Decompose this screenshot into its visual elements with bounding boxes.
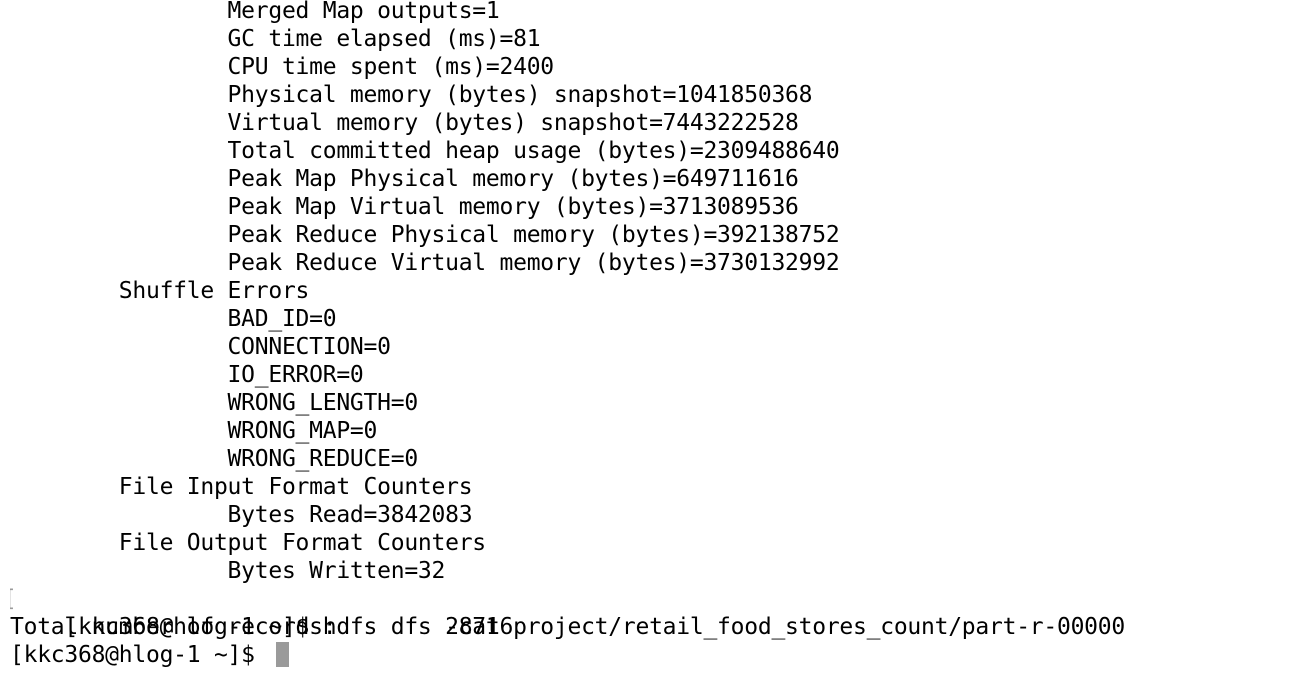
output-line-gc-time: GC time elapsed (ms)=81 — [10, 26, 541, 52]
output-heading-file-output-format: File Output Format Counters — [10, 530, 486, 556]
output-line-io-error: IO_ERROR=0 — [10, 362, 364, 388]
output-line-wrong-length: WRONG_LENGTH=0 — [10, 390, 419, 416]
output-line-wrong-map: WRONG_MAP=0 — [10, 418, 378, 444]
output-line-peak-map-virtual: Peak Map Virtual memory (bytes)=37130895… — [10, 194, 799, 220]
output-line-physical-memory: Physical memory (bytes) snapshot=1041850… — [10, 82, 813, 108]
output-line-bytes-read: Bytes Read=3842083 — [10, 502, 473, 528]
output-line-heap-usage: Total committed heap usage (bytes)=23094… — [10, 138, 840, 164]
terminal-window[interactable]: Merged Map outputs=1 GC time elapsed (ms… — [10, 0, 1280, 676]
output-line-virtual-memory: Virtual memory (bytes) snapshot=74432225… — [10, 110, 799, 136]
output-line-wrong-reduce: WRONG_REDUCE=0 — [10, 446, 419, 472]
command-line-hdfs-cat: [[kkc368@hlog-1 ~]$ hdfs dfs -cat projec… — [10, 585, 1125, 640]
output-heading-file-input-format: File Input Format Counters — [10, 474, 473, 500]
output-line-total-records: Total number of records: 28716 — [10, 614, 514, 640]
current-prompt[interactable]: [kkc368@hlog-1 ~]$ — [10, 641, 268, 669]
text-cursor — [276, 642, 289, 667]
output-heading-shuffle-errors: Shuffle Errors — [10, 278, 310, 304]
output-line-peak-map-physical: Peak Map Physical memory (bytes)=6497116… — [10, 166, 799, 192]
output-line-merged-map-outputs: Merged Map outputs=1 — [10, 0, 500, 24]
output-line-connection: CONNECTION=0 — [10, 334, 391, 360]
output-line-peak-reduce-physical: Peak Reduce Physical memory (bytes)=3921… — [10, 222, 840, 248]
output-line-cpu-time: CPU time spent (ms)=2400 — [10, 54, 555, 80]
output-line-bytes-written: Bytes Written=32 — [10, 558, 446, 584]
prompt-marker: [ — [10, 585, 17, 613]
output-line-bad-id: BAD_ID=0 — [10, 306, 337, 332]
output-line-peak-reduce-virtual: Peak Reduce Virtual memory (bytes)=37301… — [10, 250, 840, 276]
